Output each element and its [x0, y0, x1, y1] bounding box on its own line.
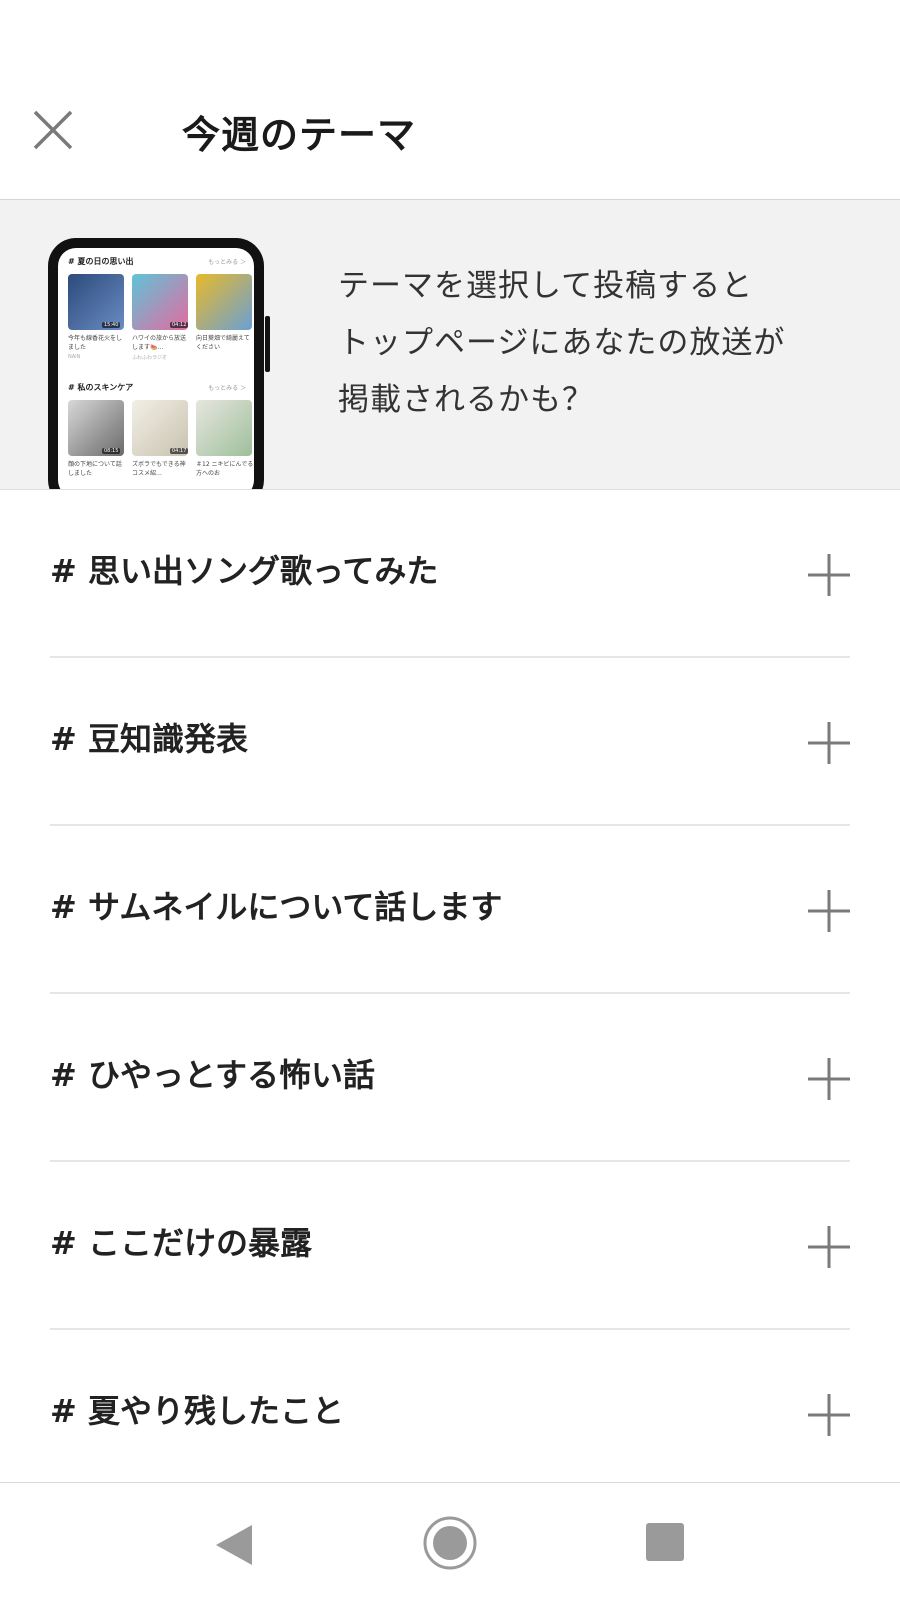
page-title: 今週のテーマ: [182, 113, 417, 157]
theme-label: # 夏やり残したこと: [50, 1392, 344, 1430]
close-button[interactable]: [28, 105, 78, 155]
banner-message: テーマを選択して投稿すると トップページにあなたの放送が 掲載されるかも？: [338, 258, 785, 429]
theme-label: # ここだけの暴露: [50, 1224, 312, 1262]
banner-line: 掲載されるかも？: [338, 382, 594, 418]
preview-more-link: もっとみる ＞: [208, 259, 246, 266]
info-banner: # 夏の日の思い出 もっとみる ＞ 15:40 04:12 今年も線香花火をしま…: [0, 200, 900, 490]
back-icon[interactable]: [212, 1521, 256, 1569]
preview-duration: 15:40: [102, 322, 121, 328]
preview-duration: 04:17: [170, 448, 189, 454]
phone-side-button: [265, 316, 270, 372]
plus-icon[interactable]: [806, 1224, 852, 1270]
preview-caption: ＃12 ニキビにんでる方へのお: [196, 461, 254, 477]
banner-line: テーマを選択して投稿すると: [338, 268, 754, 304]
home-icon[interactable]: [422, 1515, 478, 1571]
phone-illustration: # 夏の日の思い出 もっとみる ＞ 15:40 04:12 今年も線香花火をしま…: [48, 238, 270, 489]
theme-item[interactable]: # ひやっとする怖い話: [0, 994, 900, 1162]
preview-more-link: もっとみる ＞: [208, 385, 246, 392]
header: 今週のテーマ: [0, 0, 900, 200]
plus-icon[interactable]: [806, 720, 852, 766]
plus-icon[interactable]: [806, 1392, 852, 1438]
theme-item[interactable]: # 豆知識発表: [0, 658, 900, 826]
preview-duration: 04:12: [170, 322, 189, 328]
recent-apps-icon[interactable]: [646, 1523, 684, 1561]
theme-item[interactable]: # 夏やり残したこと: [0, 1330, 900, 1498]
preview-thumbnail: [196, 274, 252, 330]
preview-thumbnail: [196, 400, 252, 456]
preview-caption: ハワイの旅から放送します🍉…: [132, 335, 187, 351]
preview-section-title: # 夏の日の思い出: [68, 257, 134, 266]
preview-channel: ふわふわラジオ: [132, 355, 167, 361]
phone-screen: # 夏の日の思い出 もっとみる ＞ 15:40 04:12 今年も線香花火をしま…: [58, 248, 254, 489]
theme-item[interactable]: # サムネイルについて話します: [0, 826, 900, 994]
preview-duration: 08:15: [102, 448, 121, 454]
theme-label: # ひやっとする怖い話: [50, 1056, 375, 1094]
theme-label: # 思い出ソング歌ってみた: [50, 552, 439, 590]
preview-section-title: # 私のスキンケア: [68, 383, 134, 392]
banner-line: トップページにあなたの放送が: [338, 325, 786, 361]
theme-label: # 豆知識発表: [50, 720, 248, 758]
plus-icon[interactable]: [806, 888, 852, 934]
preview-caption: ズボラでもできる神コスメ紹…: [132, 461, 186, 477]
theme-label: # サムネイルについて話します: [50, 888, 503, 926]
preview-caption: 向日葵畑で綺麗えてください: [196, 335, 250, 351]
theme-item[interactable]: # ここだけの暴露: [0, 1162, 900, 1330]
theme-item[interactable]: # 思い出ソング歌ってみた: [0, 490, 900, 658]
close-icon: [33, 110, 73, 150]
plus-icon[interactable]: [806, 1056, 852, 1102]
plus-icon[interactable]: [806, 552, 852, 598]
system-nav-bar: [0, 1482, 900, 1600]
preview-caption: 顔の下地について話しました: [68, 461, 122, 477]
preview-caption: 今年も線香花火をしました: [68, 335, 123, 351]
preview-channel: NAIN: [68, 354, 81, 360]
theme-list: # 思い出ソング歌ってみた # 豆知識発表 # サムネイルについて話します # …: [0, 490, 900, 1498]
